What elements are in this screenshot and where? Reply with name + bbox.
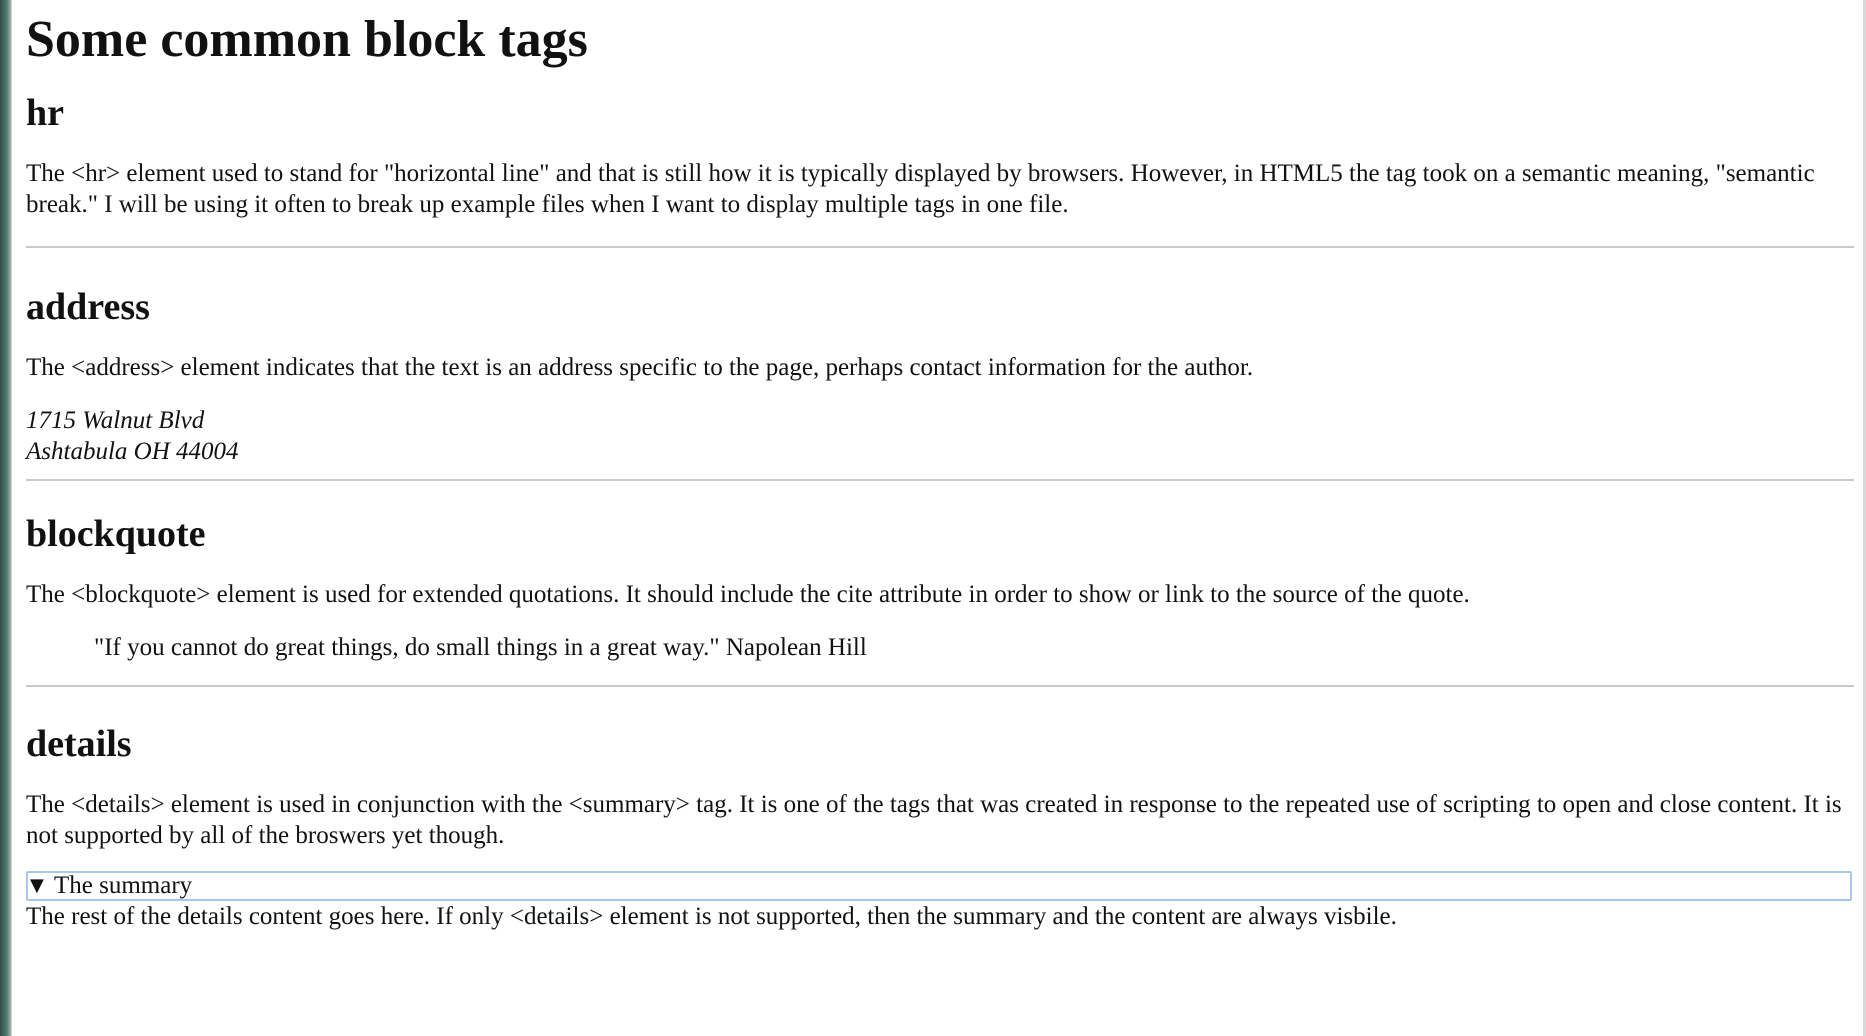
disclosure-triangle-icon: ▼ [30,875,44,896]
horizontal-rule [26,479,1854,481]
quotation: "If you cannot do great things, do small… [94,634,867,661]
section-heading-address: address [26,286,150,328]
desktop-background-strip [0,0,12,1036]
section-heading-details: details [26,723,132,765]
section-heading-hr: hr [26,92,64,134]
address-block: 1715 Walnut Blvd Ashtabula OH 44004 [26,405,1854,467]
details-content: The rest of the details content goes her… [26,903,1397,930]
document-body: Some common block tags hr The <hr> eleme… [26,0,1854,1036]
section-heading-blockquote: blockquote [26,513,206,555]
summary-label: The summary [54,872,193,899]
section-text-blockquote: The <blockquote> element is used for ext… [26,581,1470,608]
section-text-hr: The <hr> element used to stand for "hori… [26,160,1815,218]
section-text-details: The <details> element is used in conjunc… [26,791,1842,849]
horizontal-rule [26,685,1854,687]
details-summary-toggle[interactable]: ▼ The summary [26,871,1852,901]
address-line-city: Ashtabula OH 44004 [26,438,239,465]
page-title: Some common block tags [26,11,588,68]
horizontal-rule [26,246,1854,248]
section-text-address: The <address> element indicates that the… [26,354,1254,381]
address-line-street: 1715 Walnut Blvd [26,407,205,434]
